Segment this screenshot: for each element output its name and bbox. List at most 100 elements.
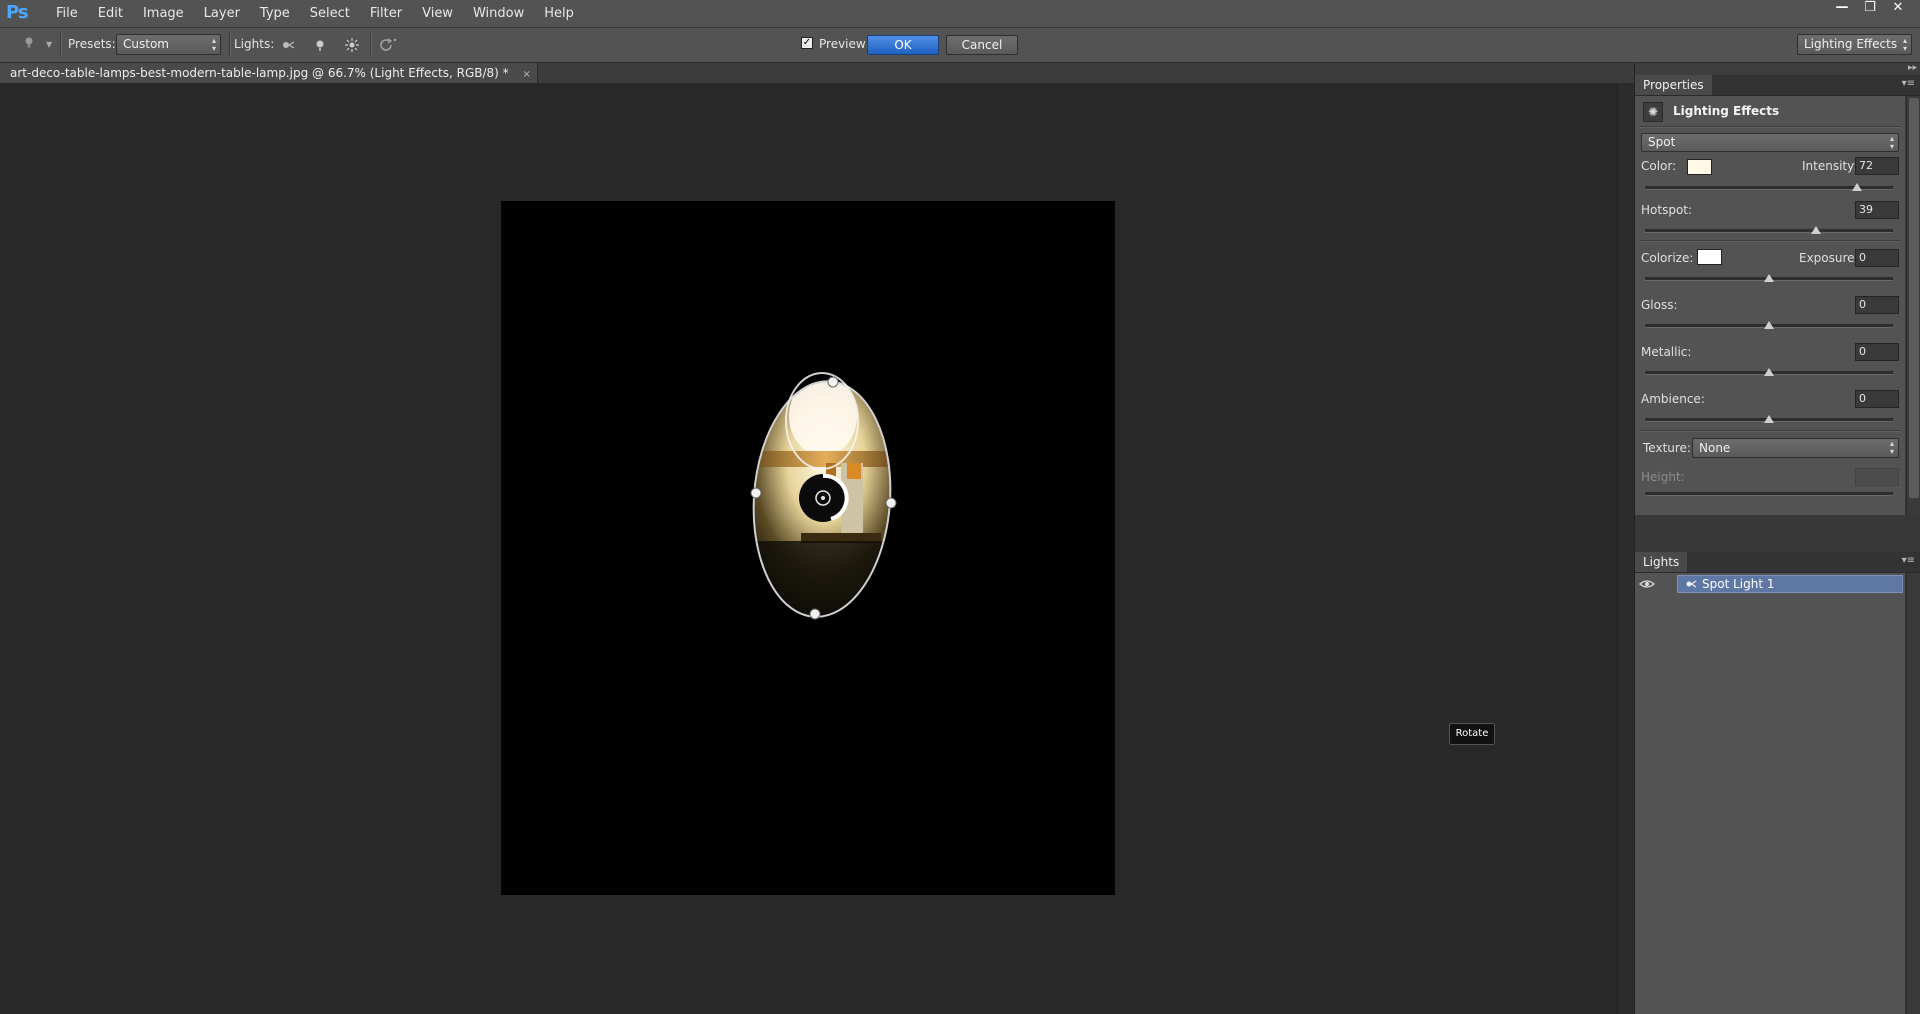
texture-value: None	[1699, 441, 1731, 455]
workspace-switcher[interactable]: Lighting Effects ▴ ▾	[1797, 34, 1912, 55]
add-point-light-icon[interactable]	[311, 36, 329, 54]
light-center-dot	[821, 496, 825, 500]
document-image[interactable]	[501, 201, 1115, 895]
dropdown-arrows-icon: ▴ ▾	[1889, 133, 1894, 151]
properties-panel: ✺ Lighting Effects Spot ▴ ▾ Color: Intens…	[1635, 96, 1905, 470]
document-title: art-deco-table-lamps-best-modern-table-l…	[10, 66, 509, 80]
menu-image[interactable]: Image	[133, 6, 194, 21]
close-tab-icon[interactable]: ×	[522, 69, 530, 80]
divider	[1639, 240, 1901, 242]
reset-lights-icon[interactable]	[378, 36, 397, 54]
menu-bar: Ps File Edit Image Layer Type Select Fil…	[0, 0, 1920, 28]
preview-checkbox[interactable]: ✓	[801, 37, 813, 49]
light-type-dropdown[interactable]: Spot ▴ ▾	[1641, 133, 1899, 152]
ambience-slider-thumb[interactable]	[1764, 415, 1774, 423]
texture-dropdown[interactable]: None ▴ ▾	[1692, 438, 1899, 458]
gloss-slider-thumb[interactable]	[1764, 321, 1774, 329]
hotspot-slider-thumb[interactable]	[1811, 226, 1821, 234]
toolbar-separator	[229, 33, 231, 57]
menu-filter[interactable]: Filter	[360, 6, 412, 21]
hotspot-field[interactable]: 39	[1855, 201, 1899, 219]
preview-label: Preview	[819, 37, 866, 51]
dropdown-arrows-icon: ▴ ▾	[211, 35, 216, 53]
dropdown-arrows-icon: ▴ ▾	[1889, 439, 1894, 456]
height-field	[1855, 468, 1899, 486]
close-window-button[interactable]: ✕	[1884, 0, 1912, 18]
properties-heading: Lighting Effects	[1673, 104, 1780, 118]
tool-preset-caret-icon[interactable]: ▼	[46, 40, 52, 49]
ambience-field[interactable]: 0	[1855, 390, 1899, 408]
canvas-vertical-scrollbar[interactable]	[1617, 83, 1635, 1014]
light-name: Spot Light 1	[1702, 577, 1775, 591]
bottom-handle[interactable]	[809, 608, 821, 620]
dropdown-arrows-icon: ▴ ▾	[1902, 35, 1907, 53]
height-slider	[1645, 492, 1893, 496]
visibility-eye-icon[interactable]	[1639, 576, 1655, 592]
colorize-swatch[interactable]	[1697, 249, 1722, 265]
left-handle[interactable]	[750, 487, 762, 499]
restore-button[interactable]: ❐	[1856, 0, 1884, 18]
intensity-field[interactable]: 72	[1855, 157, 1899, 175]
light-color-swatch[interactable]	[1687, 159, 1712, 175]
exposure-label: Exposure:	[1799, 251, 1859, 265]
spot-light-icon	[1684, 577, 1698, 591]
properties-tab[interactable]: Properties	[1635, 75, 1712, 95]
collapse-panels-icon[interactable]: ▸▸	[1908, 63, 1917, 73]
add-infinite-light-icon[interactable]	[343, 36, 361, 54]
document-tab[interactable]: art-deco-table-lamps-best-modern-table-l…	[0, 63, 538, 83]
document-tab-bar: art-deco-table-lamps-best-modern-table-l…	[0, 63, 1634, 83]
right-handle[interactable]	[885, 497, 897, 509]
panel-menu-icon[interactable]: ▾≡	[1902, 78, 1915, 89]
exposure-slider-thumb[interactable]	[1764, 274, 1774, 282]
metallic-slider-thumb[interactable]	[1764, 368, 1774, 376]
properties-panel-header: Properties ▾≡	[1635, 75, 1920, 96]
right-dock: ▸▸ Properties ▾≡ ✺ Lighting Effects Spot…	[1634, 63, 1920, 1014]
intensity-slider-thumb[interactable]	[1852, 183, 1862, 191]
light-type-value: Spot	[1648, 135, 1676, 149]
menu-file[interactable]: File	[46, 6, 88, 21]
ok-button[interactable]: OK	[867, 35, 939, 55]
texture-label: Texture:	[1643, 441, 1691, 455]
divider	[1639, 126, 1901, 128]
exposure-field[interactable]: 0	[1855, 249, 1899, 267]
selected-light-row[interactable]: Spot Light 1	[1677, 575, 1903, 593]
properties-scrollbar[interactable]	[1906, 96, 1920, 515]
properties-scroll-thumb[interactable]	[1909, 98, 1919, 498]
rotate-tooltip: Rotate	[1449, 723, 1495, 745]
menu-help[interactable]: Help	[534, 6, 584, 21]
color-label: Color:	[1641, 159, 1677, 173]
gloss-field[interactable]: 0	[1855, 296, 1899, 314]
toolbar-separator	[370, 33, 372, 57]
menu-type[interactable]: Type	[250, 6, 300, 21]
menu-layer[interactable]: Layer	[194, 6, 250, 21]
menu-window[interactable]: Window	[463, 6, 534, 21]
cancel-button[interactable]: Cancel	[946, 35, 1018, 55]
ambience-label: Ambience:	[1641, 392, 1705, 406]
properties-panel-lower: Height:	[1635, 468, 1905, 515]
metallic-field[interactable]: 0	[1855, 343, 1899, 361]
add-spot-light-icon[interactable]	[279, 36, 297, 54]
top-handle[interactable]	[827, 376, 839, 388]
hotspot-slider[interactable]	[1645, 229, 1893, 233]
app-logo: Ps	[6, 2, 29, 23]
light-list-item[interactable]: Spot Light 1	[1635, 575, 1905, 593]
menu-view[interactable]: View	[412, 6, 463, 21]
lightbulb-tool-icon[interactable]	[22, 36, 36, 50]
lights-tab[interactable]: Lights	[1635, 552, 1688, 572]
minimize-button[interactable]: —	[1828, 0, 1856, 18]
menu-edit[interactable]: Edit	[88, 6, 133, 21]
metallic-label: Metallic:	[1641, 345, 1692, 359]
hotspot-label: Hotspot:	[1641, 203, 1693, 217]
gloss-label: Gloss:	[1641, 298, 1678, 312]
lights-label: Lights:	[234, 37, 275, 51]
dock-collapse-strip[interactable]: ▸▸	[1635, 63, 1920, 75]
lights-scrollbar[interactable]	[1906, 573, 1920, 1014]
window-controls: — ❐ ✕	[1828, 0, 1912, 18]
intensity-label: Intensity:	[1802, 159, 1858, 173]
menu-select[interactable]: Select	[300, 6, 360, 21]
workspace-value: Lighting Effects	[1804, 37, 1898, 51]
presets-dropdown[interactable]: Custom ▴ ▾	[116, 34, 221, 55]
lighting-effects-icon: ✺	[1643, 102, 1663, 122]
presets-value: Custom	[123, 37, 169, 51]
panel-menu-icon[interactable]: ▾≡	[1902, 555, 1915, 566]
